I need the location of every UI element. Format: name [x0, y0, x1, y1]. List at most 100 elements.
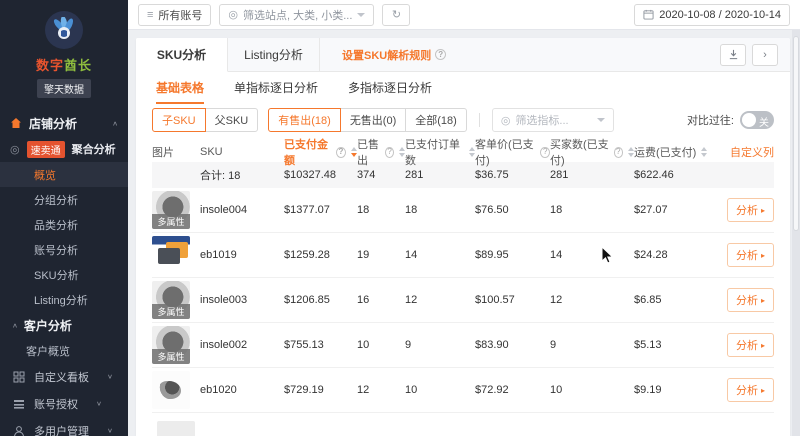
analyze-button[interactable]: 分析 ▸ [726, 288, 774, 312]
cell-avg-price: $89.95 [475, 249, 509, 261]
col-header-shipping[interactable]: 运费(已支付) [634, 144, 724, 160]
cell-avg-price: $76.50 [475, 204, 509, 216]
cell-sold: 18 [357, 204, 370, 216]
sku-table: 图片 SKU 已支付金额 ? 已售出 ? 已支付订单数 客单价(已支付) ? 买… [136, 136, 790, 436]
sku-type-parent-button[interactable]: 父SKU [204, 108, 259, 132]
cell-orders: 18 [405, 204, 418, 216]
analyze-button[interactable]: 分析 ▸ [726, 243, 774, 267]
info-icon: ? [540, 146, 550, 158]
sort-control[interactable] [701, 147, 708, 157]
sidebar-item-overview[interactable]: 概览 [0, 162, 128, 187]
tab-listing-analysis[interactable]: Listing分析 [228, 38, 320, 71]
cell-avg-price: $83.90 [475, 339, 509, 351]
sold-filter-all-button[interactable]: 全部(18) [405, 108, 467, 132]
custom-columns-link[interactable]: 自定义列 [724, 144, 774, 160]
product-thumbnail[interactable]: 多属性 [152, 326, 190, 364]
filterbar: 子SKU 父SKU 有售出(18) 无售出(0) 全部(18) ◎ 筛选指标..… [136, 104, 790, 136]
subtab-single-metric-daily[interactable]: 单指标逐日分析 [234, 72, 318, 104]
sidebar-section-label: 店铺分析 [29, 116, 78, 131]
metric-filter-select[interactable]: ◎ 筛选指标... [491, 108, 614, 132]
compare-past-label: 对比过往: [686, 115, 734, 127]
analyze-button[interactable]: 分析 ▸ [726, 378, 774, 402]
product-thumbnail[interactable]: 多属性 [152, 191, 190, 229]
sidebar-section-label: 客户分析 [23, 318, 72, 333]
cell-paid-amount: $1377.07 [284, 204, 330, 216]
cell-sold: 12 [357, 384, 370, 396]
sidebar-item-account-analysis[interactable]: 账号分析 [0, 237, 128, 262]
dashboard-grid-icon [13, 371, 24, 382]
col-label: 已支付订单数 [405, 139, 460, 167]
col-header-buyers[interactable]: 买家数(已支付) ? [550, 136, 634, 168]
refresh-button[interactable]: ↻ [382, 3, 411, 26]
col-header-sold[interactable]: 已售出 ? [357, 136, 405, 168]
all-accounts-button[interactable]: ≡ 所有账号 [138, 3, 212, 26]
sidebar-item-multi-user-management[interactable]: 多用户管理 ∨ [0, 417, 128, 436]
cell-shipping: $6.85 [634, 294, 662, 306]
brand-name-primary: 数字 [35, 58, 64, 73]
sidebar-item-sku-analysis[interactable]: SKU分析 [0, 262, 128, 287]
product-thumbnail[interactable] [152, 371, 190, 409]
sidebar: 数字酋长 擎天数据 店铺分析 ∧ ◎ 速卖通 聚合分析 概览 分组分析 品类分析… [0, 0, 128, 436]
analyze-button[interactable]: 分析 ▸ [726, 333, 774, 357]
download-icon [729, 49, 737, 60]
table-row: 多属性 insole004 $1377.07 18 18 $76.50 18 $… [152, 188, 774, 233]
sold-filter-has-sales-button[interactable]: 有售出(18) [268, 108, 341, 132]
sidebar-section-shop-analysis[interactable]: 店铺分析 ∧ [0, 110, 128, 136]
cell-orders: 14 [405, 249, 418, 261]
toggle-off-label: 关 [759, 118, 769, 129]
site-filter-select[interactable]: ◎ 筛选站点, 大类, 小类... [219, 3, 375, 26]
expand-button[interactable]: › [752, 43, 778, 66]
analyze-label: 分析 [735, 385, 758, 397]
cell-paid-amount: $1206.85 [284, 294, 330, 306]
cell-sold: 10 [357, 339, 370, 351]
compare-past-toggle[interactable]: 关 [740, 111, 774, 129]
product-thumbnail[interactable]: 多属性 [152, 281, 190, 319]
sku-type-segment: 子SKU 父SKU [152, 108, 259, 132]
multi-attribute-badge: 多属性 [152, 349, 190, 364]
cell-shipping: $9.19 [634, 384, 662, 396]
subtab-basic-table[interactable]: 基础表格 [156, 72, 205, 104]
sidebar-item-group-analysis[interactable]: 分组分析 [0, 187, 128, 212]
sidebar-item-account-authorization[interactable]: 账号授权 ∨ [0, 390, 128, 417]
sidebar-section-customer-analysis[interactable]: ∧ 客户分析 [0, 312, 128, 338]
brand-name: 数字酋长 [0, 55, 128, 74]
cell-paid-amount: $755.13 [284, 339, 324, 351]
analyze-button[interactable]: 分析 ▸ [726, 198, 774, 222]
arrow-right-icon: ▸ [760, 340, 765, 350]
scrollbar-thumb[interactable] [793, 36, 799, 231]
subtab-multi-metric-daily[interactable]: 多指标逐日分析 [348, 72, 432, 104]
sku-parse-rules-link[interactable]: 设置SKU解析规则 ? [342, 38, 447, 71]
multi-attribute-badge: 多属性 [152, 214, 190, 229]
cell-shipping: $5.13 [634, 339, 662, 351]
sku-type-child-button[interactable]: 子SKU [152, 108, 206, 132]
scrollbar-track[interactable] [792, 30, 800, 436]
table-row: eb1019 $1259.28 19 14 $89.95 14 $24.28 分… [152, 233, 774, 278]
sidebar-item-custom-dashboard[interactable]: 自定义看板 ∨ [0, 363, 128, 390]
main-content: SKU分析 Listing分析 设置SKU解析规则 ? › 基础表格 单指标逐日… [128, 30, 800, 436]
table-header-row: 图片 SKU 已支付金额 ? 已售出 ? 已支付订单数 客单价(已支付) ? 买… [152, 136, 774, 167]
aggregate-analysis-label: 聚合分析 [71, 144, 116, 156]
sold-filter-no-sales-button[interactable]: 无售出(0) [339, 108, 407, 132]
product-thumbnail[interactable] [152, 236, 190, 274]
col-header-paid-orders[interactable]: 已支付订单数 [405, 136, 475, 168]
cell-buyers: 12 [550, 294, 563, 306]
col-label: 已支付金额 [284, 139, 328, 167]
globe-icon: ◎ [500, 114, 511, 127]
col-header-paid-amount[interactable]: 已支付金额 ? [284, 136, 357, 168]
cell-sku: insole004 [200, 204, 248, 216]
menu-icon: ≡ [147, 8, 154, 21]
arrow-right-icon: ▸ [760, 205, 765, 215]
multi-attribute-badge: 多属性 [152, 304, 190, 319]
analysis-card: SKU分析 Listing分析 设置SKU解析规则 ? › 基础表格 单指标逐日… [136, 38, 790, 436]
download-button[interactable] [720, 43, 746, 66]
sidebar-item-listing-analysis[interactable]: Listing分析 [0, 287, 128, 312]
sidebar-item-category-analysis[interactable]: 品类分析 [0, 212, 128, 237]
totals-label: 合计: 18 [200, 170, 241, 182]
sidebar-item-customer-overview[interactable]: 客户概览 [0, 338, 128, 363]
tab-sku-analysis[interactable]: SKU分析 [136, 38, 228, 72]
date-range-picker[interactable]: 2020-10-08 / 2020-10-14 [634, 3, 790, 26]
sidebar-platform-row[interactable]: ◎ 速卖通 聚合分析 [0, 136, 128, 162]
cell-buyers: 10 [550, 384, 563, 396]
cell-buyers: 18 [550, 204, 563, 216]
analyze-label: 分析 [735, 295, 758, 307]
